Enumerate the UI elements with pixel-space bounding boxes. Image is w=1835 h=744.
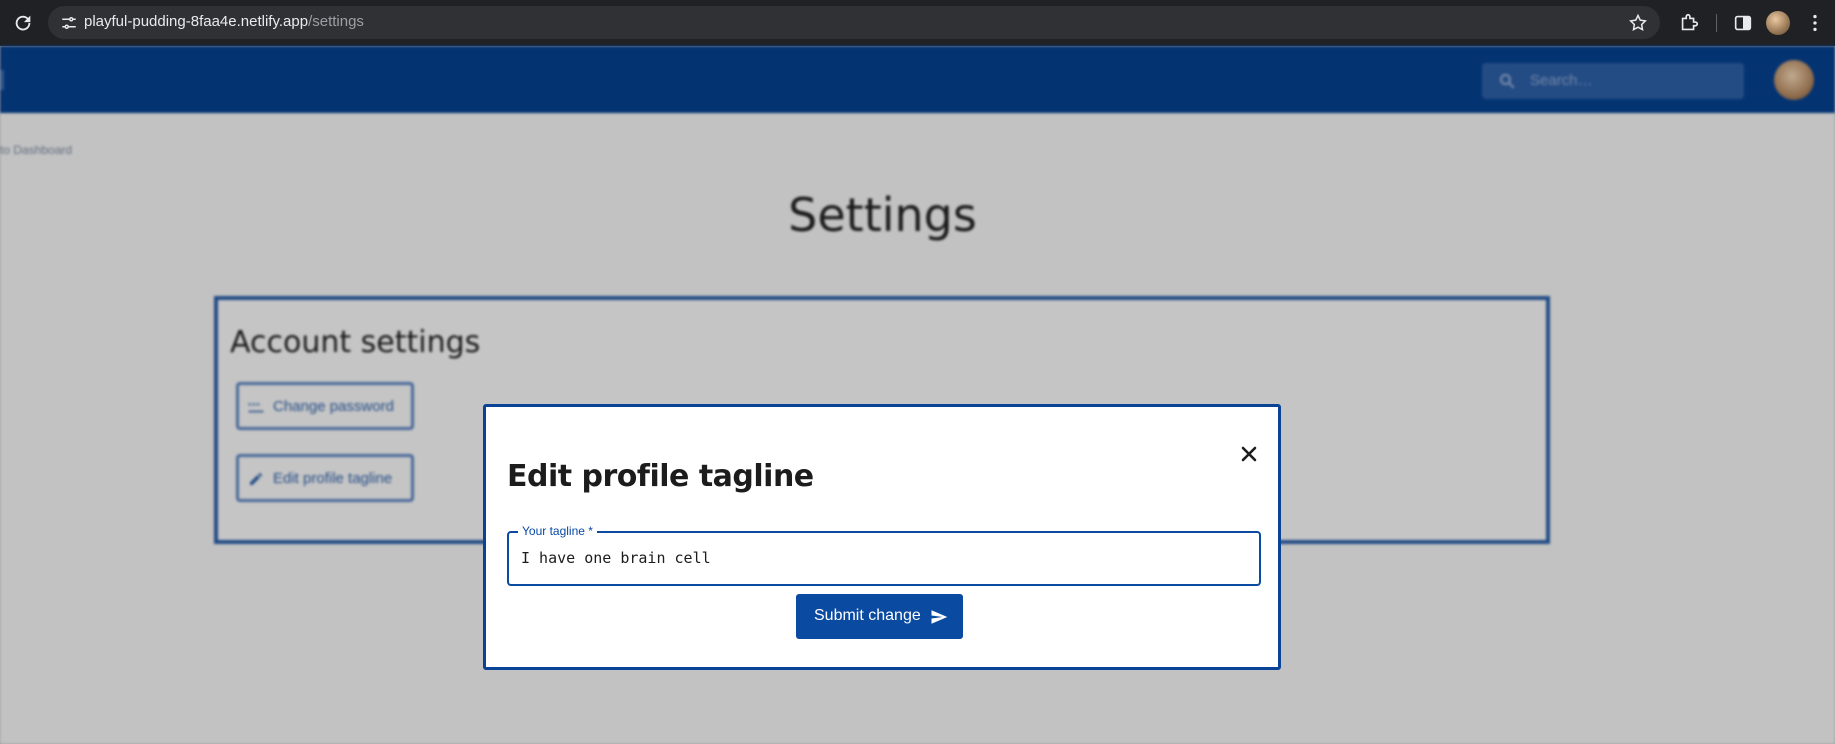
url-path: /settings [308, 13, 364, 30]
url-host: playful-pudding-8faa4e.netlify.app [84, 13, 309, 30]
dialog-title: Edit profile tagline [507, 459, 814, 494]
browser-toolbar: playful-pudding-8faa4e.netlify.app/setti… [0, 0, 1835, 46]
submit-change-button[interactable]: Submit change [796, 594, 963, 639]
tagline-field-label: Your tagline * [518, 524, 597, 538]
tune-icon[interactable] [60, 14, 78, 32]
profile-avatar[interactable] [1766, 11, 1790, 35]
address-bar[interactable]: playful-pudding-8faa4e.netlify.app/setti… [48, 6, 1660, 39]
side-panel-icon[interactable] [1732, 12, 1754, 34]
submit-change-label: Submit change [814, 607, 921, 624]
close-icon[interactable] [1240, 445, 1258, 463]
url-text[interactable]: playful-pudding-8faa4e.netlify.app/setti… [84, 13, 364, 30]
send-icon [931, 610, 948, 624]
edit-tagline-dialog: Edit profile tagline Your tagline * Subm… [483, 404, 1281, 670]
tagline-field: Your tagline * [507, 524, 1261, 586]
star-icon[interactable] [1628, 13, 1648, 33]
toolbar-divider [1716, 14, 1717, 32]
kebab-menu-icon[interactable] [1804, 12, 1826, 34]
puzzle-icon[interactable] [1678, 12, 1700, 34]
reload-icon[interactable] [12, 12, 34, 34]
tagline-input[interactable] [521, 545, 1241, 571]
